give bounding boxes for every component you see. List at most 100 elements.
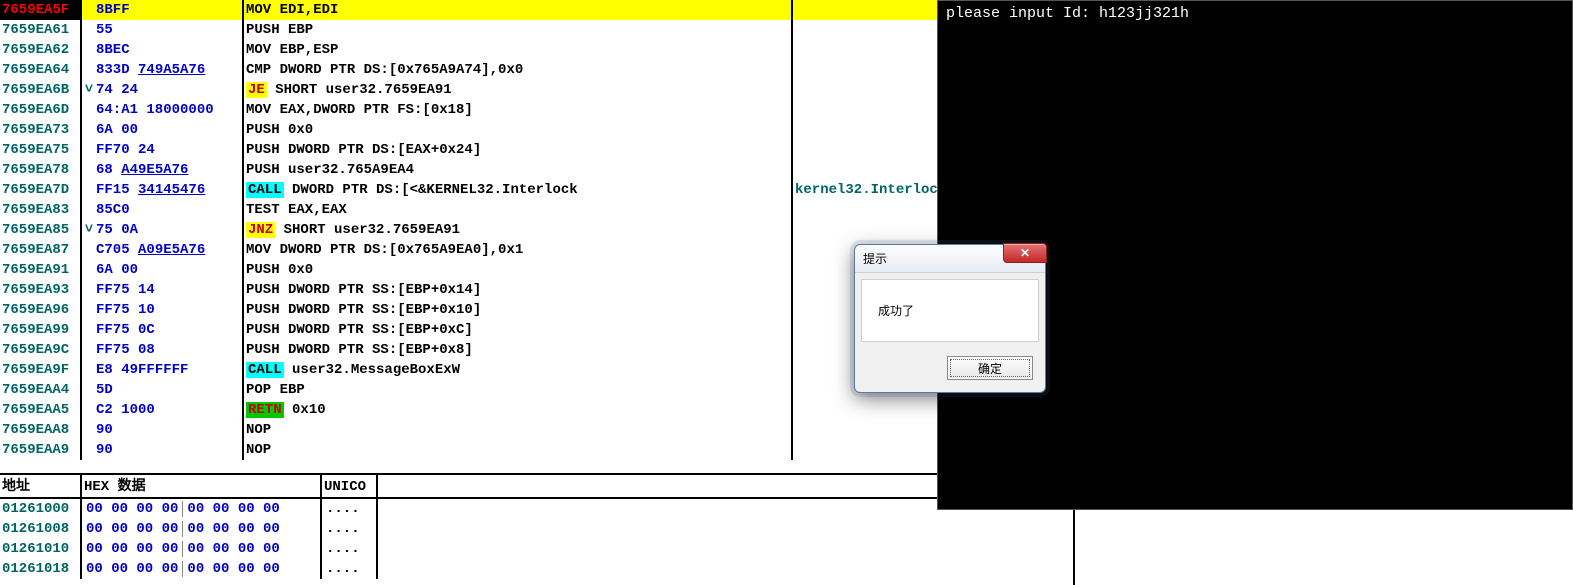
branch-marker-icon xyxy=(82,0,96,20)
bytes-cell: 75 0A xyxy=(96,220,244,240)
address-cell: 7659EA99 xyxy=(0,320,82,340)
bytes-cell: C705 A09E5A76 xyxy=(96,240,244,260)
branch-marker-icon xyxy=(82,60,96,80)
branch-marker-icon xyxy=(82,340,96,360)
address-cell: 7659EA93 xyxy=(0,280,82,300)
branch-marker-icon xyxy=(82,320,96,340)
disasm-row[interactable]: 7659EAA890NOP xyxy=(0,420,1073,440)
ok-button[interactable]: 确定 xyxy=(947,356,1033,380)
instruction-cell: PUSH DWORD PTR SS:[EBP+0xC] xyxy=(244,320,793,340)
instruction-cell: CMP DWORD PTR DS:[0x765A9A74],0x0 xyxy=(244,60,793,80)
disasm-row[interactable]: 7659EA628BECMOV EBP,ESP xyxy=(0,40,1073,60)
hex-bytes-cell: 00 00 00 0000 00 00 00 xyxy=(82,499,322,519)
bytes-cell: 55 xyxy=(96,20,244,40)
hexdump-header-hex: HEX 数据 xyxy=(82,475,322,497)
close-icon: ✕ xyxy=(1020,246,1030,260)
bytes-cell: FF75 08 xyxy=(96,340,244,360)
bytes-cell: C2 1000 xyxy=(96,400,244,420)
address-cell: 7659EA7D xyxy=(0,180,82,200)
bytes-cell: 74 24 xyxy=(96,80,244,100)
address-cell: 7659EA96 xyxy=(0,300,82,320)
bytes-cell: 833D 749A5A76 xyxy=(96,60,244,80)
address-cell: 7659EA83 xyxy=(0,200,82,220)
instruction-cell: JE SHORT user32.7659EA91 xyxy=(244,80,793,100)
instruction-cell: PUSH EBP xyxy=(244,20,793,40)
dialog-title-text: 提示 xyxy=(863,252,887,266)
address-cell: 7659EA5F xyxy=(0,0,82,20)
branch-marker-icon xyxy=(82,180,96,200)
hex-row[interactable]: 0126100000 00 00 0000 00 00 00.... xyxy=(0,499,1073,519)
branch-marker-icon xyxy=(82,100,96,120)
hex-row[interactable]: 0126100800 00 00 0000 00 00 00.... xyxy=(0,519,1073,539)
bytes-cell: FF75 0C xyxy=(96,320,244,340)
console-output: please input Id: h123jj321h xyxy=(946,5,1189,22)
branch-marker-icon xyxy=(82,360,96,380)
dialog-titlebar[interactable]: 提示 ✕ xyxy=(855,245,1045,273)
address-cell: 7659EA91 xyxy=(0,260,82,280)
branch-marker-icon xyxy=(82,160,96,180)
branch-marker-icon xyxy=(82,200,96,220)
address-cell: 7659EA6B xyxy=(0,80,82,100)
close-button[interactable]: ✕ xyxy=(1003,243,1047,263)
disasm-row[interactable]: 7659EA736A 00PUSH 0x0 xyxy=(0,120,1073,140)
disasm-row[interactable]: 7659EA61 55PUSH EBP xyxy=(0,20,1073,40)
instruction-cell: PUSH DWORD PTR SS:[EBP+0x14] xyxy=(244,280,793,300)
disasm-row[interactable]: 7659EA7DFF15 34145476CALL DWORD PTR DS:[… xyxy=(0,180,1073,200)
disassembly-panel[interactable]: 7659EA5F 8BFFMOV EDI,EDI 7659EA61 55PUSH EB… xyxy=(0,0,1073,475)
branch-marker-icon xyxy=(82,260,96,280)
disasm-row[interactable]: 7659EA85˅75 0AJNZ SHORT user32.7659EA91 xyxy=(0,220,1073,240)
bytes-cell: 68 A49E5A76 xyxy=(96,160,244,180)
branch-marker-icon: ˅ xyxy=(82,220,96,240)
instruction-cell: PUSH 0x0 xyxy=(244,260,793,280)
dialog-body: 成功了 xyxy=(861,279,1039,342)
hex-row[interactable]: 0126101000 00 00 0000 00 00 00.... xyxy=(0,539,1073,559)
bytes-cell: 8BEC xyxy=(96,40,244,60)
hexdump-panel[interactable]: 地址 HEX 数据 UNICO 0126100000 00 00 0000 00… xyxy=(0,475,1073,585)
address-cell: 7659EAA4 xyxy=(0,380,82,400)
disasm-row[interactable]: 7659EA6B˅74 24JE SHORT user32.7659EA91 xyxy=(0,80,1073,100)
branch-marker-icon: ˅ xyxy=(82,80,96,100)
instruction-cell: POP EBP xyxy=(244,380,793,400)
instruction-cell: TEST EAX,EAX xyxy=(244,200,793,220)
branch-marker-icon xyxy=(82,40,96,60)
instruction-cell: PUSH DWORD PTR SS:[EBP+0x10] xyxy=(244,300,793,320)
bytes-cell: 8BFF xyxy=(96,0,244,20)
bytes-cell: FF75 10 xyxy=(96,300,244,320)
hex-address-cell: 01261018 xyxy=(0,559,82,579)
hex-ascii-cell: .... xyxy=(322,499,378,519)
disasm-row[interactable]: 7659EA78 68 A49E5A76PUSH user32.765A9EA4 xyxy=(0,160,1073,180)
hex-ascii-cell: .... xyxy=(322,539,378,559)
disasm-row[interactable]: 7659EA75FF70 24PUSH DWORD PTR DS:[EAX+0x… xyxy=(0,140,1073,160)
branch-marker-icon xyxy=(82,280,96,300)
instruction-cell: MOV EAX,DWORD PTR FS:[0x18] xyxy=(244,100,793,120)
disasm-row[interactable]: 7659EAA5C2 1000RETN 0x10 xyxy=(0,400,1073,420)
hex-bytes-cell: 00 00 00 0000 00 00 00 xyxy=(82,519,322,539)
bytes-cell: 5D xyxy=(96,380,244,400)
instruction-cell: RETN 0x10 xyxy=(244,400,793,420)
bytes-cell: 90 xyxy=(96,440,244,460)
bytes-cell: 6A 00 xyxy=(96,260,244,280)
instruction-cell: NOP xyxy=(244,420,793,440)
disasm-row[interactable]: 7659EAA990NOP xyxy=(0,440,1073,460)
instruction-cell: MOV EDI,EDI xyxy=(244,0,793,20)
address-cell: 7659EA61 xyxy=(0,20,82,40)
instruction-cell: PUSH user32.765A9EA4 xyxy=(244,160,793,180)
hex-bytes-cell: 00 00 00 0000 00 00 00 xyxy=(82,539,322,559)
address-cell: 7659EA75 xyxy=(0,140,82,160)
branch-marker-icon xyxy=(82,300,96,320)
disasm-row[interactable]: 7659EA6D64:A1 18000000MOV EAX,DWORD PTR … xyxy=(0,100,1073,120)
bytes-cell: FF15 34145476 xyxy=(96,180,244,200)
hexdump-header-unicode: UNICO xyxy=(322,475,378,497)
hexdump-header: 地址 HEX 数据 UNICO xyxy=(0,475,1073,499)
instruction-cell: MOV EBP,ESP xyxy=(244,40,793,60)
hex-row[interactable]: 0126101800 00 00 0000 00 00 00.... xyxy=(0,559,1073,579)
hex-address-cell: 01261008 xyxy=(0,519,82,539)
address-cell: 7659EA78 xyxy=(0,160,82,180)
address-cell: 7659EA9C xyxy=(0,340,82,360)
disasm-row[interactable]: 7659EA8385C0TEST EAX,EAX xyxy=(0,200,1073,220)
address-cell: 7659EA9F xyxy=(0,360,82,380)
bytes-cell: 6A 00 xyxy=(96,120,244,140)
disasm-row[interactable]: 7659EA64833D 749A5A76CMP DWORD PTR DS:[0… xyxy=(0,60,1073,80)
disasm-row[interactable]: 7659EA5F 8BFFMOV EDI,EDI xyxy=(0,0,1073,20)
hexdump-header-address: 地址 xyxy=(0,475,82,497)
